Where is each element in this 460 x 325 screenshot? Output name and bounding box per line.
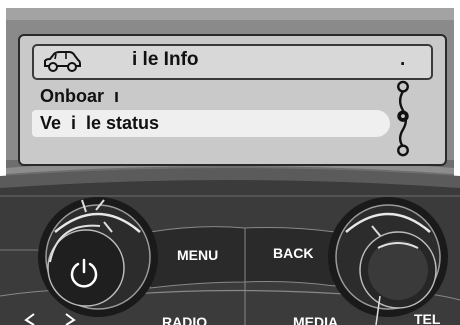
car-icon xyxy=(44,51,81,72)
scroll-rail-icon xyxy=(397,80,409,157)
media-button-label: MEDIA xyxy=(293,314,339,325)
header-title: i le Info xyxy=(132,49,199,70)
power-volume-knob[interactable] xyxy=(40,196,160,318)
display-screen: i le Info . Onboar ı Ve i le status xyxy=(18,34,447,166)
display-header: i le Info . xyxy=(32,44,433,80)
header-trailing-mark: . xyxy=(400,49,406,70)
menu-item-vehicle-status[interactable]: Ve i le status xyxy=(40,113,159,134)
back-button-label: BACK xyxy=(273,245,314,261)
radio-button-label: RADIO xyxy=(162,314,208,325)
menu-item-onboard[interactable]: Onboar ı xyxy=(40,86,119,107)
head-unit-illustration: i le Info . Onboar ı Ve i le status MENU… xyxy=(0,0,460,325)
arrow-left-icon[interactable] xyxy=(20,312,40,325)
arrow-right-icon[interactable] xyxy=(60,312,80,325)
tel-button-label: TEL xyxy=(414,311,441,325)
menu-button-label: MENU xyxy=(177,247,219,263)
